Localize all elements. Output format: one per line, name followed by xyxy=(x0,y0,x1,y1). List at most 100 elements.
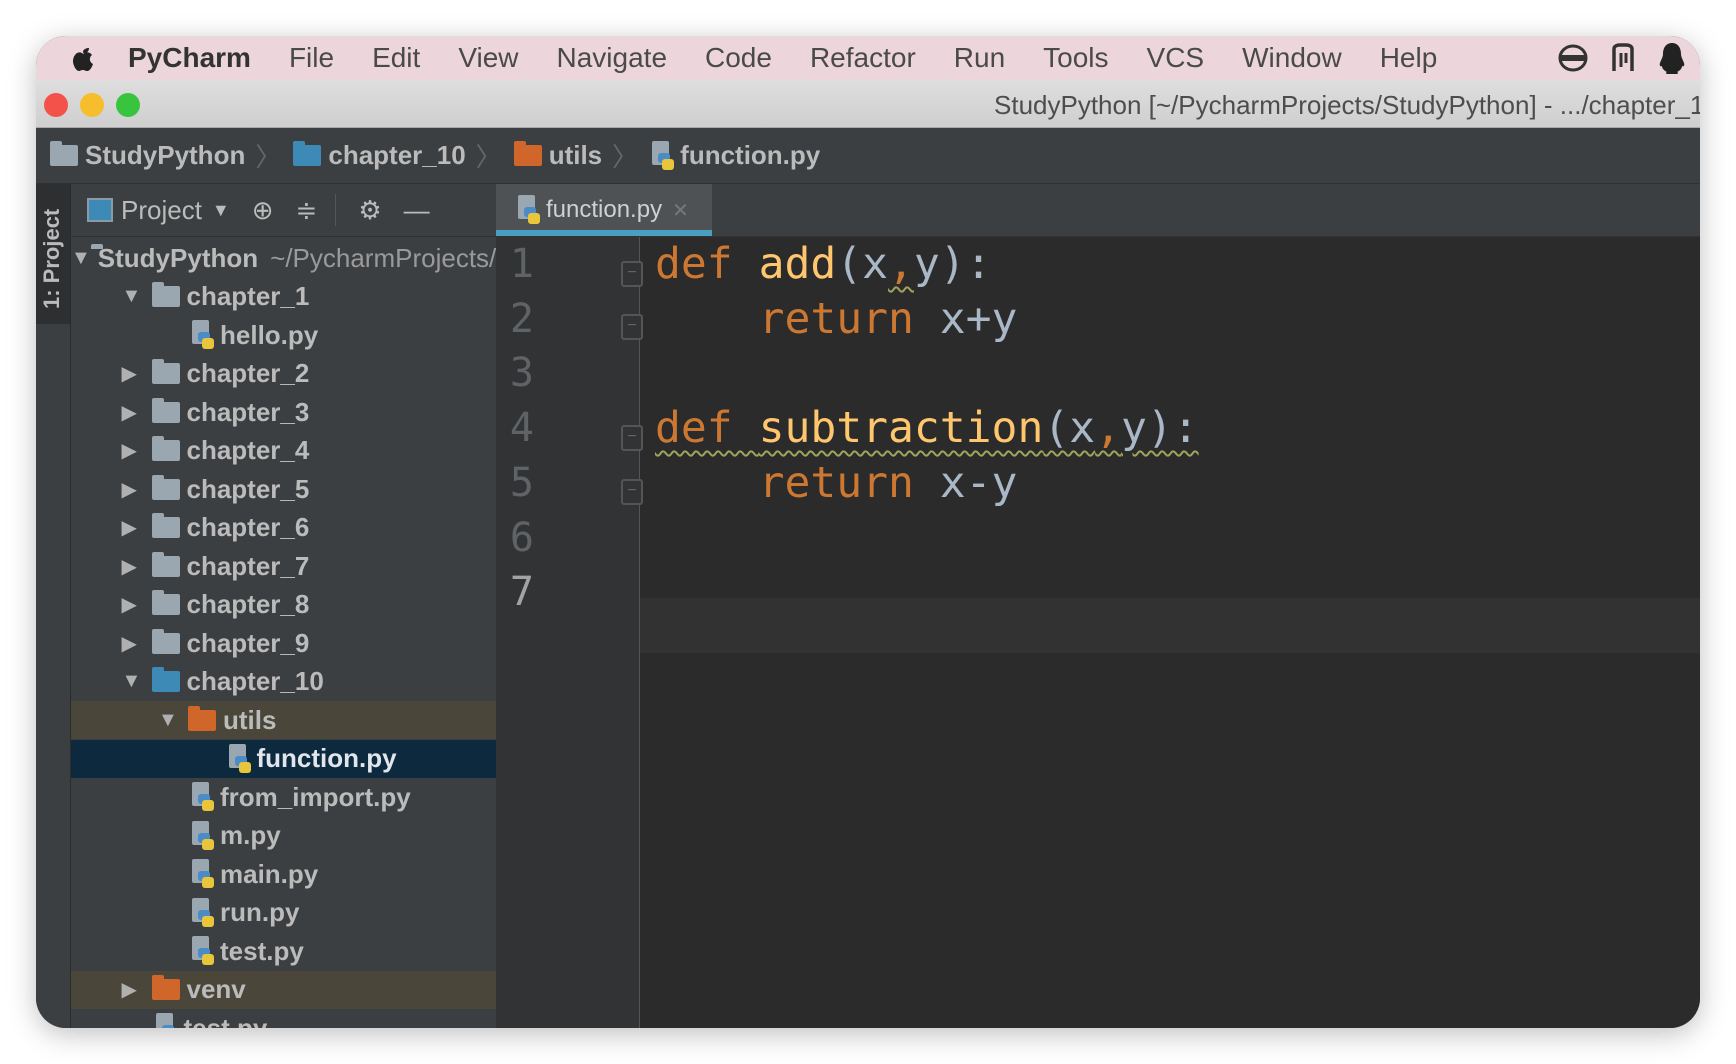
chevron-down-icon[interactable]: ▼ xyxy=(212,200,230,221)
breadcrumb-label: utils xyxy=(548,140,603,170)
collapsed-arrow-icon[interactable]: ▶ xyxy=(122,361,152,386)
tree-item-chapter-6[interactable]: ▶ chapter_6 xyxy=(71,509,496,547)
line-number: 1 xyxy=(509,241,534,287)
menu-refactor[interactable]: Refactor xyxy=(810,42,916,74)
tree-item-label: chapter_4 xyxy=(186,435,310,465)
menu-edit[interactable]: Edit xyxy=(372,42,420,74)
tree-item-chapter-2[interactable]: ▶ chapter_2 xyxy=(71,355,496,393)
apple-icon[interactable] xyxy=(70,43,96,73)
fold-end-icon[interactable]: − xyxy=(621,479,643,505)
collapsed-arrow-icon[interactable]: ▶ xyxy=(122,592,152,617)
tree-item-test-py[interactable]: test.py xyxy=(71,1009,496,1028)
tree-item-label: chapter_1 xyxy=(186,281,310,311)
fold-icon[interactable]: − xyxy=(621,261,643,287)
tree-item-function-py[interactable]: function.py xyxy=(71,739,496,778)
project-panel-toolbar: Project ▼ ⊕ ≑ ⚙ — xyxy=(71,184,496,237)
collapsed-arrow-icon[interactable]: ▶ xyxy=(122,515,152,540)
fold-end-icon[interactable]: − xyxy=(621,314,643,340)
menu-run[interactable]: Run xyxy=(954,42,1005,74)
tree-item-label: venv xyxy=(186,974,246,1004)
expanded-arrow-icon[interactable]: ▼ xyxy=(122,670,152,693)
qq-penguin-icon[interactable] xyxy=(1658,42,1686,74)
menu-window[interactable]: Window xyxy=(1242,42,1342,74)
menu-app-pycharm[interactable]: PyCharm xyxy=(128,42,251,74)
tree-item-hello-py[interactable]: hello.py xyxy=(71,316,496,354)
line-number-gutter: 1 2 3 4 5 6 7 xyxy=(496,237,640,1028)
menu-navigate[interactable]: Navigate xyxy=(557,42,668,74)
gear-icon[interactable]: ⚙ xyxy=(358,195,381,226)
tree-item-chapter-7[interactable]: ▶ chapter_7 xyxy=(71,547,496,585)
clipboard-icon[interactable] xyxy=(1610,43,1636,73)
menu-file[interactable]: File xyxy=(289,42,334,74)
hide-panel-icon[interactable]: — xyxy=(404,195,430,226)
tree-item-label: test.py xyxy=(220,935,304,966)
code-line-1: def add(x,y): xyxy=(655,237,992,292)
minimize-window-button[interactable] xyxy=(80,93,104,117)
code-text: (x xyxy=(836,239,889,289)
menu-vcs[interactable]: VCS xyxy=(1147,42,1205,74)
tree-item-chapter-5[interactable]: ▶ chapter_5 xyxy=(71,470,496,508)
tree-item-label: StudyPython xyxy=(97,242,259,273)
folder-icon xyxy=(151,436,180,461)
breadcrumb-utils[interactable]: utils 〉 xyxy=(513,137,638,174)
line-number: 5 xyxy=(509,459,534,506)
close-window-button[interactable] xyxy=(44,93,68,117)
tree-item-run-py[interactable]: run.py xyxy=(71,894,496,932)
collapsed-arrow-icon[interactable]: ▶ xyxy=(122,477,152,502)
code-line-2: return x+y xyxy=(655,292,1018,347)
tree-item-studypython[interactable]: ▼ StudyPython ~/PycharmProjects/StudyPytho… xyxy=(71,239,496,277)
collapse-all-icon[interactable]: ≑ xyxy=(296,195,318,226)
tree-item-label: main.py xyxy=(220,858,319,889)
tree-item-utils[interactable]: ▼ utils xyxy=(71,701,496,739)
tree-item-label: chapter_10 xyxy=(186,666,324,696)
expanded-arrow-icon[interactable]: ▼ xyxy=(158,709,188,732)
tree-item-m-py[interactable]: m.py xyxy=(71,817,496,855)
collapsed-arrow-icon[interactable]: ▶ xyxy=(122,977,152,1002)
zoom-window-button[interactable] xyxy=(116,93,140,117)
menu-help[interactable]: Help xyxy=(1380,42,1438,74)
project-tool-window-button[interactable]: 1: Project xyxy=(36,184,70,324)
breadcrumb-studypython[interactable]: StudyPython 〉 xyxy=(50,137,281,174)
fold-icon[interactable]: − xyxy=(621,425,643,451)
folder-icon xyxy=(151,551,180,577)
close-tab-icon[interactable]: ✕ xyxy=(672,198,689,223)
breadcrumb-function-py[interactable]: function.py xyxy=(650,140,820,171)
active-tab-indicator xyxy=(496,230,712,236)
current-line-highlight xyxy=(640,598,1700,653)
project-view-selector[interactable]: Project xyxy=(121,195,202,226)
tree-item-chapter-8[interactable]: ▶ chapter_8 xyxy=(71,586,496,624)
collapsed-arrow-icon[interactable]: ▶ xyxy=(122,438,152,463)
tree-item-chapter-10[interactable]: ▼ chapter_10 xyxy=(71,663,496,701)
tree-item-venv[interactable]: ▶ venv xyxy=(71,970,496,1009)
line-number: 6 xyxy=(509,514,534,561)
line-number: 4 xyxy=(509,405,534,452)
comma: , xyxy=(1095,403,1122,453)
menu-code[interactable]: Code xyxy=(705,42,772,74)
breadcrumb-label: chapter_10 xyxy=(328,140,466,170)
network-icon[interactable] xyxy=(1558,43,1588,73)
chevron-right-icon: 〉 xyxy=(255,142,282,172)
tree-item-test-py[interactable]: test.py xyxy=(71,932,496,970)
locate-target-icon[interactable]: ⊕ xyxy=(252,195,274,226)
collapsed-arrow-icon[interactable]: ▶ xyxy=(122,554,152,579)
collapsed-arrow-icon[interactable]: ▶ xyxy=(122,631,152,656)
folder-icon xyxy=(188,705,216,731)
python-file-icon xyxy=(190,897,216,928)
breadcrumb-chapter-10[interactable]: chapter_10 〉 xyxy=(293,137,502,174)
tree-item-label: test.py xyxy=(183,1012,268,1029)
tree-item-chapter-1[interactable]: ▼ chapter_1 xyxy=(71,278,496,316)
expanded-arrow-icon[interactable]: ▼ xyxy=(122,285,152,308)
tree-item-main-py[interactable]: main.py xyxy=(71,855,496,893)
collapsed-arrow-icon[interactable]: ▶ xyxy=(122,400,152,425)
window-title: StudyPython [~/PycharmProjects/StudyPyth… xyxy=(994,90,1700,120)
tree-item-chapter-3[interactable]: ▶ chapter_3 xyxy=(71,393,496,431)
python-file-icon xyxy=(190,782,216,812)
menu-view[interactable]: View xyxy=(458,42,518,74)
expanded-arrow-icon[interactable]: ▼ xyxy=(71,247,91,270)
tree-item-from-import-py[interactable]: from_import.py xyxy=(71,778,496,816)
tree-item-chapter-4[interactable]: ▶ chapter_4 xyxy=(71,432,496,470)
tree-item-chapter-9[interactable]: ▶ chapter_9 xyxy=(71,624,496,662)
tab-function-py[interactable]: function.py ✕ xyxy=(496,184,712,236)
menu-tools[interactable]: Tools xyxy=(1043,42,1108,74)
